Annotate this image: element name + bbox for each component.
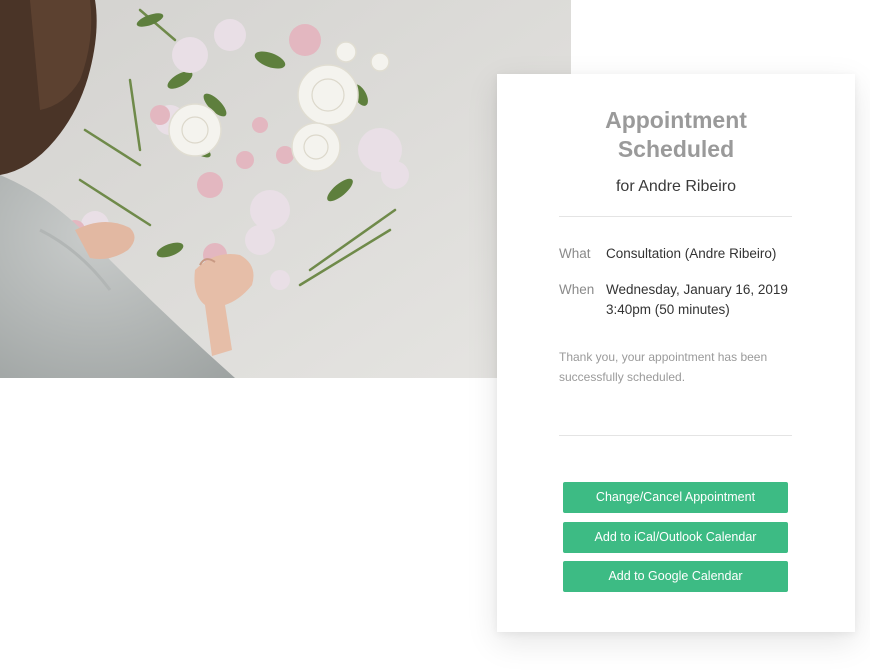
page: Appointment Scheduled for Andre Ribeiro … [0,0,870,672]
change-cancel-appointment-button[interactable]: Change/Cancel Appointment [563,482,788,513]
confirmation-message: Thank you, your appointment has been suc… [559,350,768,384]
client-name-subtitle: for Andre Ribeiro [615,178,737,195]
divider-top [559,216,792,217]
title-line-1: Appointment [605,107,747,133]
title-line-2: Scheduled [617,136,735,162]
divider-bottom [559,435,792,436]
page-title: Appointment Scheduled [497,106,855,164]
add-to-google-calendar-button[interactable]: Add to Google Calendar [563,561,788,592]
what-value: Consultation (Andre Ribeiro) [606,246,777,261]
when-label: When [559,282,595,297]
when-value: Wednesday, January 16, 2019 3:40pm (50 m… [606,282,788,317]
what-label: What [559,246,591,261]
add-to-ical-outlook-button[interactable]: Add to iCal/Outlook Calendar [563,522,788,553]
florist-photo [0,0,571,378]
appointment-confirmation-card: Appointment Scheduled for Andre Ribeiro … [497,74,855,632]
